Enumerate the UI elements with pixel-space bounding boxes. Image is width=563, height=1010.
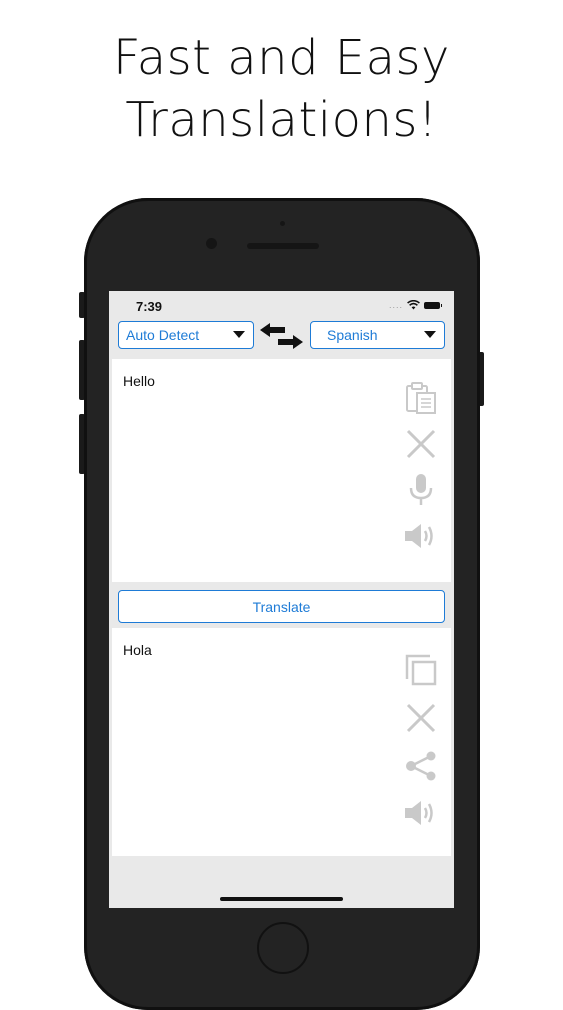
output-panel: Hola bbox=[112, 628, 451, 856]
close-icon bbox=[406, 703, 436, 733]
source-language-dropdown[interactable]: Auto Detect bbox=[118, 321, 254, 349]
source-language-label: Auto Detect bbox=[126, 327, 200, 343]
chevron-down-icon bbox=[233, 331, 245, 338]
clear-input-button[interactable] bbox=[401, 427, 441, 461]
microphone-icon bbox=[409, 474, 433, 505]
speak-output-button[interactable] bbox=[401, 796, 441, 830]
chevron-down-icon bbox=[424, 331, 436, 338]
clear-output-button[interactable] bbox=[401, 701, 441, 735]
copy-icon bbox=[405, 654, 437, 686]
promo-headline-line1: Fast and Easy bbox=[113, 30, 450, 86]
share-button[interactable] bbox=[401, 749, 441, 783]
microphone-button[interactable] bbox=[401, 473, 441, 507]
translate-button-label: Translate bbox=[252, 598, 311, 615]
home-indicator bbox=[220, 897, 343, 901]
status-time: 7:39 bbox=[136, 299, 163, 314]
app-screen: 7:39 .... Auto Detect Spanish Hello Tran… bbox=[109, 291, 454, 908]
input-text[interactable]: Hello bbox=[123, 373, 155, 389]
proximity-sensor bbox=[280, 221, 285, 226]
speaker-icon bbox=[405, 524, 433, 548]
copy-button[interactable] bbox=[401, 653, 441, 687]
translate-button[interactable]: Translate bbox=[118, 590, 445, 623]
wifi-icon bbox=[407, 300, 420, 310]
signal-dots: .... bbox=[388, 300, 403, 310]
status-icons: .... bbox=[388, 300, 442, 310]
share-icon bbox=[406, 751, 436, 781]
paste-button[interactable] bbox=[401, 381, 441, 415]
close-icon bbox=[406, 429, 436, 459]
paste-icon bbox=[406, 382, 436, 414]
phone-home-button bbox=[257, 922, 309, 974]
swap-languages-icon[interactable] bbox=[259, 322, 304, 350]
battery-icon bbox=[424, 301, 442, 309]
target-language-label: Spanish bbox=[327, 327, 378, 343]
target-language-dropdown[interactable]: Spanish bbox=[310, 321, 445, 349]
front-camera bbox=[206, 238, 217, 249]
earpiece-speaker bbox=[247, 243, 319, 249]
input-panel[interactable]: Hello bbox=[112, 359, 451, 582]
speaker-icon bbox=[405, 801, 433, 825]
speak-input-button[interactable] bbox=[401, 519, 441, 553]
output-text: Hola bbox=[123, 642, 152, 658]
promo-headline-line2: Translations! bbox=[125, 92, 438, 148]
